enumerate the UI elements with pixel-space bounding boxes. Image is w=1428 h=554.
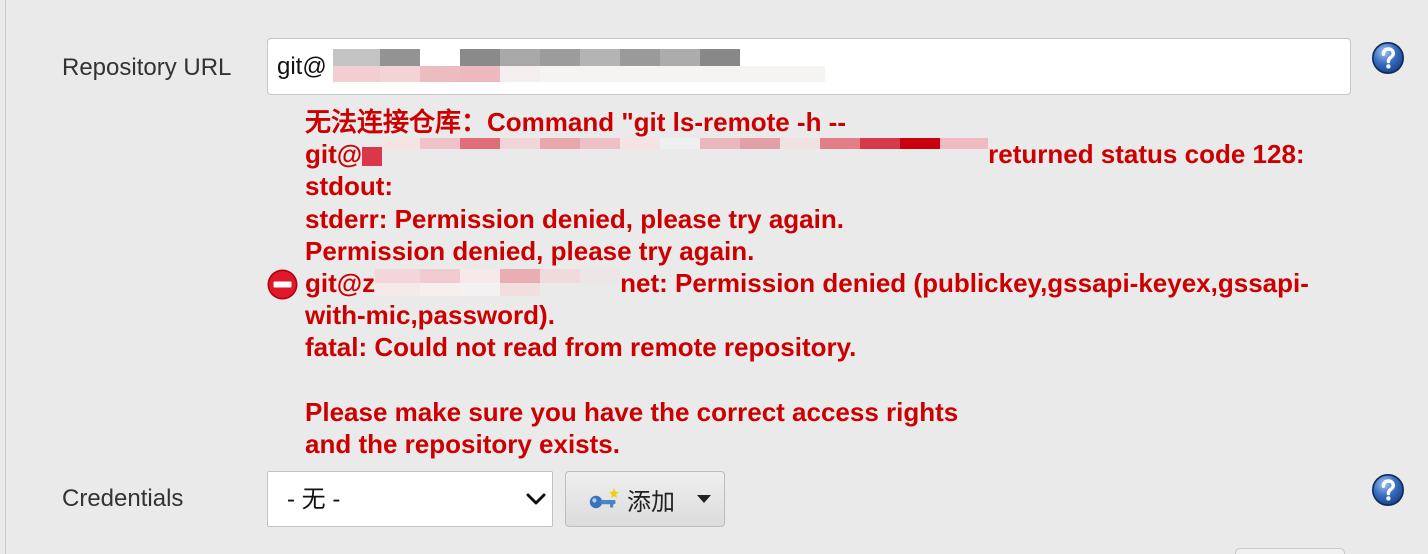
repository-url-label: Repository URL — [62, 54, 232, 81]
repository-url-field[interactable] — [267, 38, 1351, 95]
error-line: stdout: — [305, 171, 394, 202]
error-blank-line — [305, 364, 1309, 396]
error-stop-icon — [267, 269, 298, 300]
help-icon[interactable] — [1371, 473, 1405, 507]
key-icon — [588, 487, 620, 511]
error-line-start: git@z — [305, 267, 376, 298]
error-line: stderr: Permission denied, please try ag… — [305, 203, 844, 234]
partially-visible-button[interactable] — [1235, 548, 1345, 554]
credentials-select[interactable]: - 无 - — [267, 471, 553, 527]
error-line-end: net: Permission denied (publickey,gssapi… — [620, 267, 1309, 298]
error-line: Permission denied, please try again. — [305, 235, 755, 266]
panel-left-border — [5, 0, 6, 554]
add-button-label: 添加 — [627, 488, 675, 516]
error-line: Please make sure you have the correct ac… — [305, 396, 959, 427]
help-icon[interactable] — [1371, 41, 1405, 75]
error-line: fatal: Could not read from remote reposi… — [305, 332, 857, 363]
error-line: 无法连接仓库：Command "git ls-remote -h -- — [305, 107, 846, 137]
error-line: git@z net: Permission denied (publickey,g… — [305, 266, 1309, 299]
redacted-text-mosaic — [375, 266, 621, 299]
error-message: 无法连接仓库：Command "git ls-remote -h -- git@… — [305, 106, 1309, 460]
caret-down-icon — [697, 494, 711, 504]
add-credentials-button[interactable]: 添加 — [565, 471, 725, 527]
credentials-select-wrapper[interactable]: - 无 - — [267, 471, 553, 527]
error-line: git@ returned status code 128: — [305, 138, 1309, 171]
credentials-label: Credentials — [62, 485, 184, 512]
redacted-url-mosaic — [333, 49, 825, 82]
redacted-text-mosaic — [362, 138, 989, 171]
error-line: and the repository exists. — [305, 428, 620, 459]
error-line: with-mic,password). — [305, 300, 555, 331]
error-line-start: git@ — [305, 139, 363, 170]
error-line-end: returned status code 128: — [988, 139, 1305, 170]
